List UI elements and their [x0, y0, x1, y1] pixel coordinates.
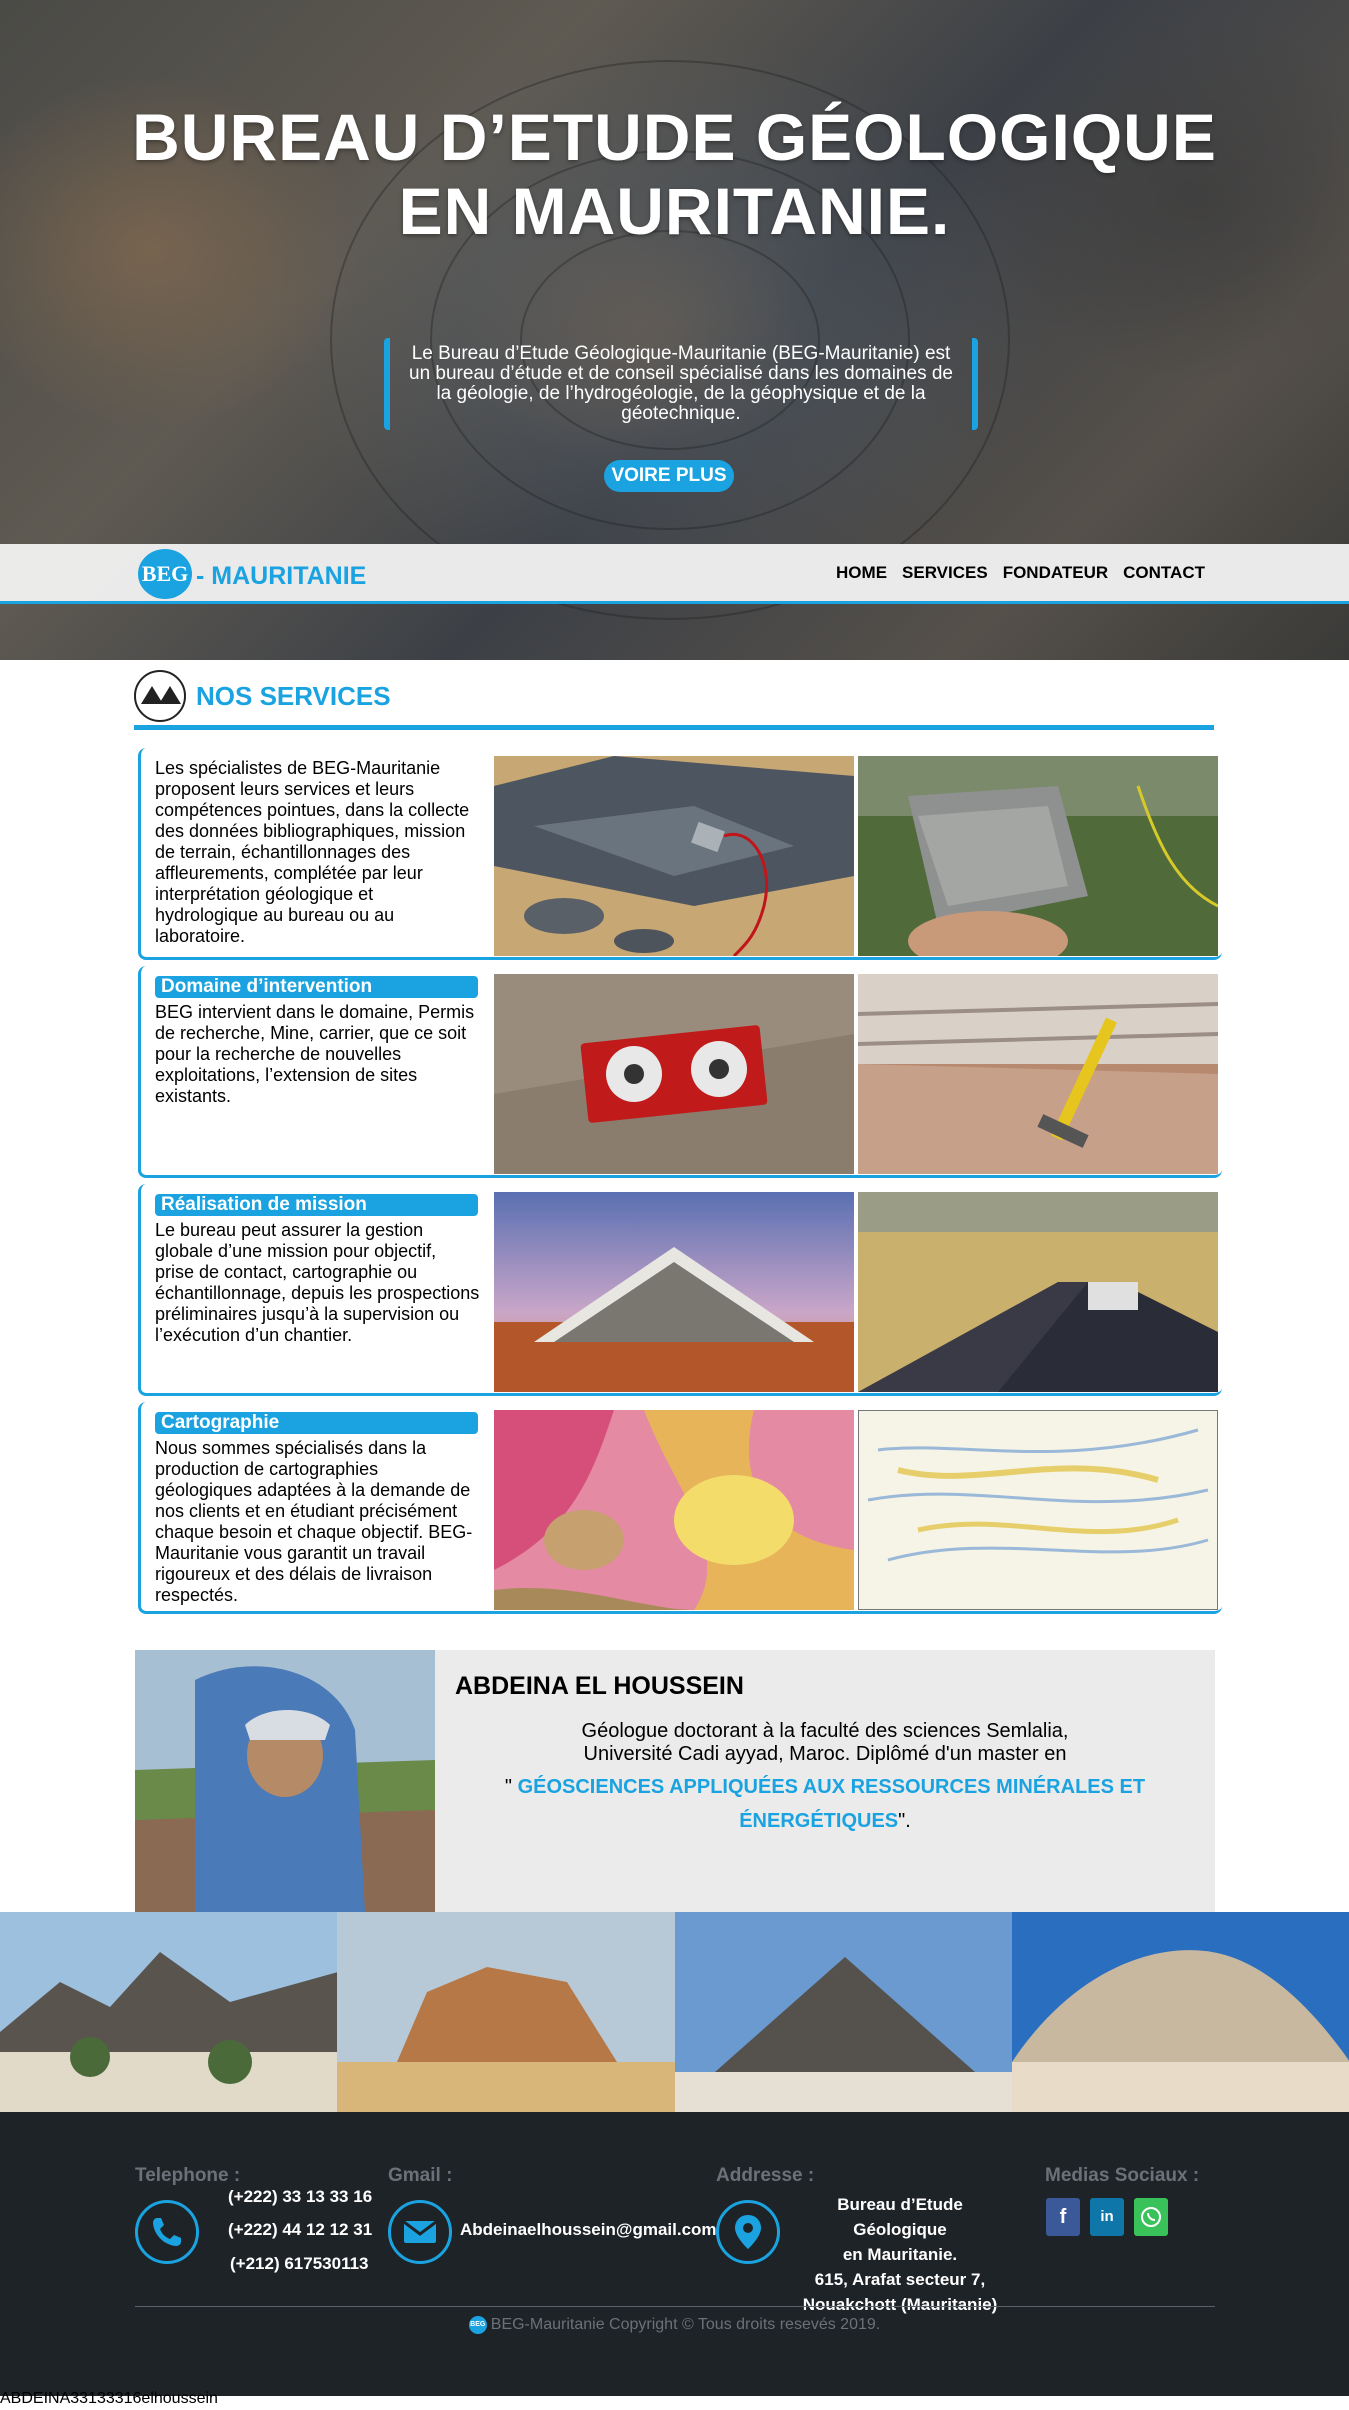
image-hammer-outcrop — [858, 974, 1218, 1174]
nav-home[interactable]: HOME — [836, 563, 887, 583]
footer: Telephone : (+222) 33 13 33 16 (+222) 44… — [0, 2112, 1349, 2396]
bottom-text: ABDEINA33133316elhoussein — [0, 2390, 218, 2407]
facebook-icon[interactable]: f — [1046, 2198, 1080, 2236]
service-row: Cartographie Nous sommes spécialisés dan… — [138, 1402, 1222, 1614]
service-text: Les spécialistes de BEG-Mauritanie propo… — [155, 758, 470, 946]
quote-mark: ". — [898, 1810, 911, 1832]
logo-mark[interactable]: BEG — [138, 549, 192, 599]
address-line: Nouakchott (Mauritanie) — [802, 2295, 998, 2314]
linkedin-icon[interactable]: in — [1090, 2198, 1124, 2236]
hero-title: BUREAU D’ETUDE GÉOLOGIQUE EN MAURITANIE. — [132, 100, 1217, 248]
nav-services[interactable]: SERVICES — [902, 563, 988, 583]
nav-contact[interactable]: CONTACT — [1123, 563, 1205, 583]
image-geologic-map-lines — [858, 1410, 1218, 1610]
location-pin-icon — [716, 2200, 780, 2264]
address-line: Bureau d’Etude Géologique — [837, 2195, 963, 2239]
copyright-logo: BEG — [468, 2316, 487, 2334]
logo-text[interactable]: - MAURITANIE — [196, 562, 366, 591]
phone-number[interactable]: (+212) 617530113 — [230, 2254, 369, 2274]
address-heading: Addresse : — [716, 2165, 815, 2186]
address-text: Bureau d’Etude Géologique en Mauritanie.… — [790, 2192, 1010, 2317]
services-title: NOS SERVICES — [196, 681, 391, 711]
founder-bio-line: Géologue doctorant à la faculté des scie… — [581, 1720, 1069, 1742]
founder-photo — [135, 1650, 435, 1912]
footer-divider — [135, 2306, 1215, 2307]
service-row: Les spécialistes de BEG-Mauritanie propo… — [138, 748, 1222, 960]
image-rock-sample — [858, 756, 1218, 956]
gallery-image — [0, 1912, 338, 2112]
degree-highlight: GÉOSCIENCES APPLIQUÉES AUX RESSOURCES MI… — [517, 1776, 1146, 1832]
voir-plus-button[interactable]: VOIRE PLUS — [604, 460, 734, 492]
phone-heading: Telephone : — [135, 2165, 241, 2186]
nav-fondateur[interactable]: FONDATEUR — [1003, 563, 1108, 583]
phone-number[interactable]: (+222) 33 13 33 16 — [228, 2187, 372, 2207]
address-line: 615, Arafat secteur 7, — [814, 2270, 986, 2289]
service-row: Domaine d’intervention BEG intervient da… — [138, 966, 1222, 1178]
service-text-block: Domaine d’intervention BEG intervient da… — [155, 976, 480, 1107]
whatsapp-icon[interactable] — [1134, 2198, 1168, 2236]
service-label: Réalisation de mission — [155, 1194, 478, 1216]
service-text-block: Réalisation de mission Le bureau peut as… — [155, 1194, 480, 1346]
service-text: BEG intervient dans le domaine, Permis d… — [155, 1002, 475, 1106]
image-rock-compass — [494, 756, 854, 956]
gmail-heading: Gmail : — [388, 2165, 453, 2186]
service-text-block: Cartographie Nous sommes spécialisés dan… — [155, 1412, 480, 1606]
copyright-text: BEG-Mauritanie Copyright © Tous droits r… — [490, 2316, 881, 2334]
quote-mark: " — [504, 1776, 518, 1798]
email-link[interactable]: Abdeinaelhoussein@gmail.com — [460, 2220, 717, 2240]
gallery-image — [674, 1912, 1012, 2112]
mountains-icon — [134, 670, 186, 722]
hero-intro: Le Bureau d’Etude Géologique-Mauritanie … — [384, 338, 978, 430]
address-line: en Mauritanie. — [842, 2245, 958, 2264]
image-desert-road — [858, 1192, 1218, 1392]
service-label: Cartographie — [155, 1412, 478, 1434]
service-text: Nous sommes spécialisés dans la producti… — [155, 1438, 473, 1605]
service-label: Domaine d’intervention — [155, 976, 478, 998]
copyright: BEG BEG-Mauritanie Copyright © Tous droit… — [0, 2316, 1349, 2334]
founder-section: ABDEINA EL HOUSSEIN Géologue doctorant à… — [135, 1650, 1215, 1912]
nav-menu: HOME SERVICES FONDATEUR CONTACT — [836, 563, 1205, 583]
phone-number[interactable]: (+222) 44 12 12 31 — [228, 2220, 372, 2240]
service-row: Réalisation de mission Le bureau peut as… — [138, 1184, 1222, 1396]
service-text: Le bureau peut assurer la gestion global… — [155, 1220, 480, 1345]
phone-icon — [135, 2200, 199, 2264]
image-geologic-map-colored — [494, 1410, 854, 1610]
image-compass-on-rock — [494, 974, 854, 1174]
founder-degree: " GÉOSCIENCES APPLIQUÉES AUX RESSOURCES … — [475, 1770, 1175, 1838]
gallery-image — [1011, 1912, 1349, 2112]
gallery-image — [337, 1912, 675, 2112]
social-heading: Medias Sociaux : — [1045, 2165, 1200, 2186]
navbar: BEG - MAURITANIE HOME SERVICES FONDATEUR… — [0, 544, 1349, 604]
services-header: NOS SERVICES — [134, 668, 1214, 730]
image-desert-tent — [494, 1192, 854, 1392]
founder-bio: Géologue doctorant à la faculté des scie… — [475, 1720, 1175, 1838]
landscape-gallery — [0, 1912, 1349, 2112]
founder-bio-line: Université Cadi ayyad, Maroc. Diplômé d'… — [583, 1743, 1067, 1765]
mail-icon — [388, 2200, 452, 2264]
founder-name: ABDEINA EL HOUSSEIN — [455, 1672, 744, 1700]
